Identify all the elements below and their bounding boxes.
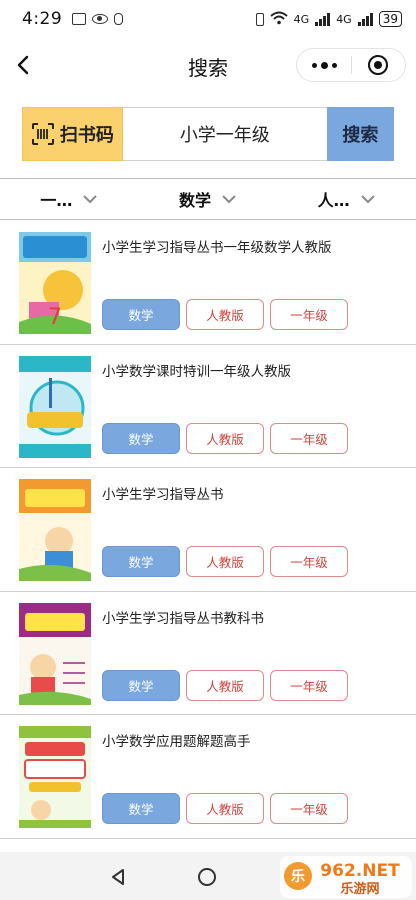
book-cover: 7	[19, 232, 91, 334]
scan-label: 扫书码	[59, 125, 114, 146]
filter-subject[interactable]: 数学	[139, 179, 278, 219]
tag-subject: 数学	[102, 793, 180, 824]
mini-program-capsule	[296, 48, 406, 82]
tag-edition: 人教版	[186, 793, 264, 824]
search-button[interactable]: 搜索	[326, 107, 394, 161]
search-row: 扫书码 搜索	[22, 107, 394, 161]
book-title: 小学生学习指导丛书教科书	[102, 610, 264, 627]
filter-label: 数学	[179, 191, 212, 210]
more-button[interactable]	[297, 48, 351, 82]
tag-group: 数学 人教版 一年级	[102, 793, 348, 824]
close-button[interactable]	[352, 48, 405, 82]
signal-icon-2	[357, 12, 373, 26]
search-input[interactable]	[122, 107, 327, 161]
book-list: 7 小学生学习指导丛书一年级数学人教版 数学 人教版 一年级 小学数学课时特训一…	[0, 221, 416, 839]
watermark-subtitle: 乐游网	[340, 881, 379, 897]
eye-icon	[92, 14, 109, 24]
svg-text:7: 7	[48, 305, 62, 330]
network-label-2: 4G	[336, 12, 352, 26]
wifi-icon	[269, 11, 288, 28]
filter-grade[interactable]: 一…	[0, 179, 139, 219]
target-close-icon	[368, 55, 389, 75]
book-cover	[19, 479, 91, 581]
vibrate-icon	[255, 12, 264, 26]
book-title: 小学数学应用题解题高手	[102, 734, 251, 750]
filter-bar: 一… 数学 人…	[0, 178, 416, 220]
system-home-button[interactable]	[198, 868, 216, 886]
tag-grade: 一年级	[270, 669, 348, 701]
filter-label: 一…	[40, 191, 73, 210]
tag-subject: 数学	[102, 546, 180, 577]
book-cover	[19, 355, 91, 458]
tag-group: 数学 人教版 一年级	[102, 299, 348, 330]
notification-icon	[72, 13, 87, 25]
book-item[interactable]: 小学数学应用题解题高手 数学 人教版 一年级	[0, 715, 416, 839]
tag-group: 数学 人教版 一年级	[102, 669, 348, 701]
tag-subject: 数学	[102, 299, 180, 330]
book-title: 小学数学课时特训一年级人教版	[102, 363, 291, 380]
book-item[interactable]: 小学生学习指导丛书 数学 人教版 一年级	[0, 468, 416, 592]
svg-text:乐: 乐	[291, 868, 305, 885]
tag-edition: 人教版	[186, 422, 264, 454]
tag-grade: 一年级	[270, 299, 348, 330]
tag-group: 数学 人教版 一年级	[102, 546, 348, 577]
book-cover	[19, 602, 91, 705]
system-back-button[interactable]	[108, 867, 128, 887]
chevron-down-icon	[82, 194, 98, 204]
status-time: 4:29	[22, 9, 63, 29]
more-dots-icon	[311, 62, 317, 68]
tag-subject: 数学	[102, 422, 180, 454]
tag-grade: 一年级	[270, 793, 348, 824]
tag-grade: 一年级	[270, 422, 348, 454]
signal-icon	[315, 12, 331, 26]
tag-edition: 人教版	[186, 299, 264, 330]
book-title: 小学生学习指导丛书	[102, 487, 224, 503]
triangle-back-icon	[112, 869, 124, 885]
tag-grade: 一年级	[270, 546, 348, 577]
tag-subject: 数学	[102, 669, 180, 701]
book-item[interactable]: 小学生学习指导丛书教科书 数学 人教版 一年级	[0, 592, 416, 715]
book-item[interactable]: 小学数学课时特训一年级人教版 数学 人教版 一年级	[0, 345, 416, 468]
tag-edition: 人教版	[186, 669, 264, 701]
tag-edition: 人教版	[186, 546, 264, 577]
bluetooth-icon	[114, 13, 124, 25]
book-item[interactable]: 7 小学生学习指导丛书一年级数学人教版 数学 人教版 一年级	[0, 221, 416, 345]
chevron-down-icon	[360, 194, 376, 204]
filter-label: 人…	[317, 191, 350, 210]
scan-book-code-button[interactable]: 扫书码	[22, 107, 123, 161]
network-label-1: 4G	[293, 12, 310, 26]
site-watermark: 乐 962.NET 乐游网	[276, 852, 416, 900]
filter-edition[interactable]: 人…	[277, 179, 416, 219]
battery-level: 39	[378, 11, 402, 27]
chevron-down-icon	[221, 194, 237, 204]
book-cover	[19, 726, 91, 828]
book-title: 小学生学习指导丛书一年级数学人教版	[102, 240, 332, 256]
tag-group: 数学 人教版 一年级	[102, 422, 348, 454]
watermark-brand: 962.NET	[320, 861, 400, 881]
status-bar: 4:29 4G 4G 39	[0, 0, 416, 38]
scan-barcode-icon	[31, 122, 55, 146]
nav-bar: 搜索	[0, 38, 416, 94]
